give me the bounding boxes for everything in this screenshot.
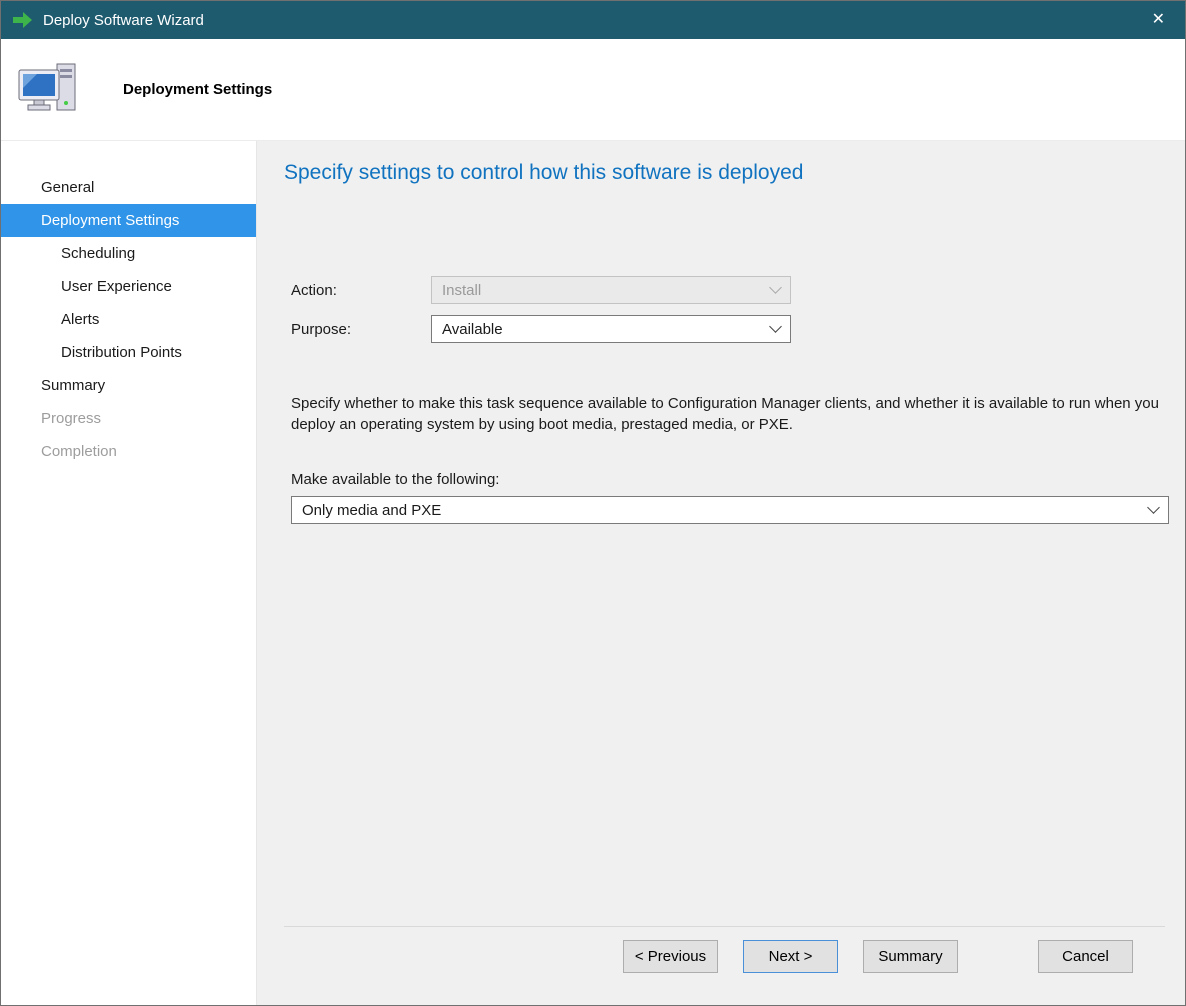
- chevron-down-icon: [769, 320, 782, 333]
- close-icon[interactable]: ✕: [1144, 8, 1173, 32]
- wizard-header: Deployment Settings: [1, 39, 1185, 141]
- action-label: Action:: [291, 282, 431, 299]
- deploy-software-wizard-window: Deploy Software Wizard ✕ Deployment Sett…: [0, 0, 1186, 1006]
- wizard-nav: General Deployment Settings Scheduling U…: [1, 141, 257, 1005]
- nav-user-experience[interactable]: User Experience: [1, 270, 256, 303]
- window-title: Deploy Software Wizard: [43, 12, 204, 29]
- make-available-value: Only media and PXE: [302, 502, 1149, 519]
- nav-summary[interactable]: Summary: [1, 369, 256, 402]
- page-title: Deployment Settings: [123, 81, 272, 98]
- content-heading: Specify settings to control how this sof…: [284, 161, 803, 185]
- computer-icon: [17, 58, 81, 122]
- nav-completion: Completion: [1, 435, 256, 468]
- chevron-down-icon: [769, 281, 782, 294]
- purpose-field-row: Purpose: Available: [291, 315, 791, 343]
- titlebar: Deploy Software Wizard ✕: [1, 1, 1185, 39]
- action-field-row: Action: Install: [291, 276, 791, 304]
- make-available-dropdown[interactable]: Only media and PXE: [291, 496, 1169, 524]
- make-available-label: Make available to the following:: [291, 471, 499, 488]
- previous-button[interactable]: < Previous: [623, 940, 718, 973]
- cancel-button[interactable]: Cancel: [1038, 940, 1133, 973]
- purpose-label: Purpose:: [291, 321, 431, 338]
- nav-scheduling[interactable]: Scheduling: [1, 237, 256, 270]
- nav-alerts[interactable]: Alerts: [1, 303, 256, 336]
- action-value: Install: [442, 282, 771, 299]
- summary-button[interactable]: Summary: [863, 940, 958, 973]
- footer-divider: [284, 926, 1165, 927]
- nav-general[interactable]: General: [1, 171, 256, 204]
- wizard-content: Specify settings to control how this sof…: [257, 141, 1185, 1005]
- wizard-arrow-icon: [13, 12, 33, 28]
- next-button[interactable]: Next >: [743, 940, 838, 973]
- chevron-down-icon: [1147, 501, 1160, 514]
- purpose-dropdown[interactable]: Available: [431, 315, 791, 343]
- nav-distribution-points[interactable]: Distribution Points: [1, 336, 256, 369]
- nav-progress: Progress: [1, 402, 256, 435]
- description-text: Specify whether to make this task sequen…: [291, 393, 1175, 435]
- purpose-value: Available: [442, 321, 771, 338]
- action-dropdown: Install: [431, 276, 791, 304]
- nav-deployment-settings[interactable]: Deployment Settings: [1, 204, 256, 237]
